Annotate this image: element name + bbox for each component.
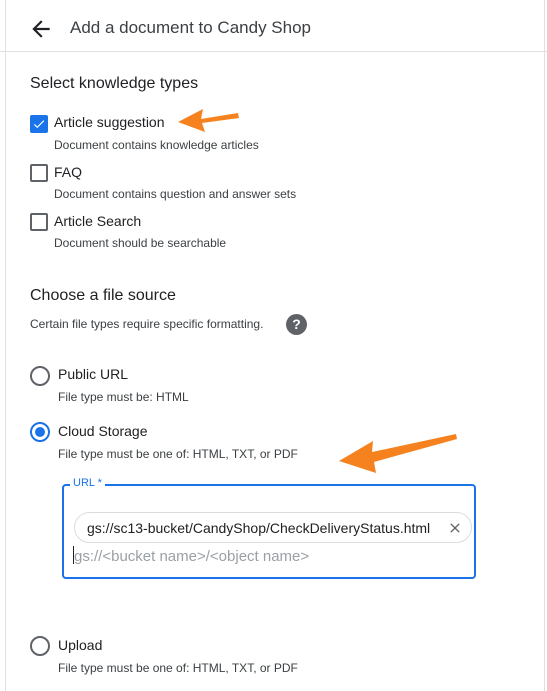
- file-source-title: Choose a file source: [30, 287, 176, 304]
- url-input[interactable]: [74, 545, 464, 567]
- help-glyph: ?: [292, 316, 301, 332]
- article-search-description: Document should be searchable: [54, 236, 227, 250]
- page-header: Add a document to Candy Shop: [0, 0, 547, 52]
- file-source-subtitle: Certain file types require specific form…: [30, 317, 264, 331]
- annotation-arrow-2: [339, 434, 457, 473]
- check-icon: [33, 120, 45, 129]
- faq-checkbox[interactable]: [30, 164, 48, 182]
- annotation-arrow-1: [178, 109, 239, 132]
- faq-label[interactable]: FAQ: [54, 164, 82, 180]
- url-chip[interactable]: gs://sc13-bucket/CandyShop/CheckDelivery…: [74, 512, 472, 543]
- text-cursor: [73, 546, 74, 564]
- article-suggestion-label[interactable]: Article suggestion: [54, 114, 165, 130]
- cloud-storage-description: File type must be one of: HTML, TXT, or …: [58, 447, 298, 461]
- upload-label[interactable]: Upload: [58, 637, 102, 653]
- page-title: Add a document to Candy Shop: [70, 18, 311, 37]
- knowledge-types-title: Select knowledge types: [30, 75, 199, 92]
- public-url-radio[interactable]: [30, 366, 50, 386]
- upload-radio[interactable]: [30, 636, 50, 656]
- url-chip-text: gs://sc13-bucket/CandyShop/CheckDelivery…: [87, 520, 431, 536]
- back-button[interactable]: [28, 16, 54, 42]
- url-field-label: URL *: [70, 477, 105, 489]
- public-url-label[interactable]: Public URL: [58, 366, 128, 382]
- help-icon[interactable]: ?: [286, 314, 307, 335]
- close-icon[interactable]: [447, 520, 463, 536]
- cloud-storage-radio[interactable]: [30, 422, 50, 442]
- arrow-back-icon: [32, 20, 50, 38]
- page-frame: [5, 0, 545, 691]
- article-suggestion-description: Document contains knowledge articles: [54, 138, 259, 152]
- article-search-label[interactable]: Article Search: [54, 213, 141, 229]
- faq-description: Document contains question and answer se…: [54, 187, 297, 201]
- article-suggestion-checkbox[interactable]: [30, 115, 48, 133]
- cloud-storage-label[interactable]: Cloud Storage: [58, 423, 148, 439]
- upload-description: File type must be one of: HTML, TXT, or …: [58, 661, 298, 675]
- article-search-checkbox[interactable]: [30, 213, 48, 231]
- public-url-description: File type must be: HTML: [58, 390, 189, 404]
